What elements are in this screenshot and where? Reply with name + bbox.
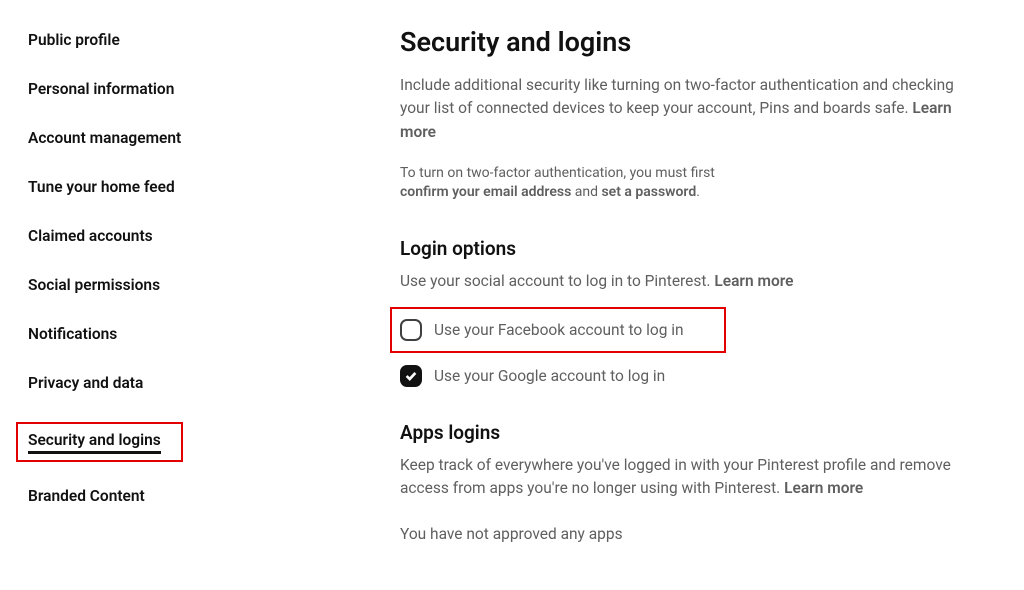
- login-options-desc-text: Use your social account to log in to Pin…: [400, 272, 714, 290]
- apps-logins-title: Apps logins: [400, 421, 964, 444]
- sidebar-item-claimed-accounts[interactable]: Claimed accounts: [28, 227, 153, 245]
- note-and: and: [571, 184, 601, 200]
- apps-logins-desc-text: Keep track of everywhere you've logged i…: [400, 456, 951, 497]
- facebook-login-checkbox[interactable]: [400, 319, 422, 341]
- sidebar-item-public-profile[interactable]: Public profile: [28, 31, 120, 49]
- note-suffix: .: [696, 184, 700, 200]
- confirm-email-link[interactable]: confirm your email address: [400, 184, 571, 200]
- note-prefix: To turn on two-factor authentication, yo…: [400, 165, 715, 181]
- login-options-desc: Use your social account to log in to Pin…: [400, 270, 964, 293]
- apps-logins-learn-more-link[interactable]: Learn more: [784, 479, 863, 497]
- sidebar-item-security-logins[interactable]: Security and logins: [28, 431, 161, 454]
- sidebar-item-branded-content[interactable]: Branded Content: [28, 487, 145, 505]
- set-password-link[interactable]: set a password: [601, 184, 696, 200]
- google-login-checkbox[interactable]: [400, 365, 422, 387]
- google-login-label: Use your Google account to log in: [434, 367, 665, 385]
- page-intro: Include additional security like turning…: [400, 74, 964, 144]
- sidebar-item-account-management[interactable]: Account management: [28, 129, 181, 147]
- annotation-highlight-sidebar: Security and logins: [16, 422, 183, 462]
- sidebar-item-notifications[interactable]: Notifications: [28, 325, 117, 343]
- apps-logins-desc: Keep track of everywhere you've logged i…: [400, 454, 964, 501]
- sidebar-item-social-permissions[interactable]: Social permissions: [28, 276, 160, 294]
- apps-logins-empty: You have not approved any apps: [400, 525, 964, 543]
- page-title: Security and logins: [400, 26, 964, 58]
- login-options-title: Login options: [400, 237, 964, 260]
- facebook-login-option: Use your Facebook account to log in: [400, 319, 684, 341]
- check-icon: [404, 369, 418, 383]
- main-content: Security and logins Include additional s…: [250, 0, 1024, 590]
- google-login-option: Use your Google account to log in: [400, 365, 964, 387]
- annotation-highlight-facebook: Use your Facebook account to log in: [390, 307, 726, 353]
- sidebar-item-privacy-data[interactable]: Privacy and data: [28, 374, 143, 392]
- two-factor-note: To turn on two-factor authentication, yo…: [400, 164, 964, 203]
- sidebar-item-tune-home-feed[interactable]: Tune your home feed: [28, 178, 175, 196]
- login-options-learn-more-link[interactable]: Learn more: [714, 272, 793, 290]
- facebook-login-label: Use your Facebook account to log in: [434, 321, 684, 339]
- page-intro-text: Include additional security like turning…: [400, 76, 954, 117]
- sidebar-item-personal-information[interactable]: Personal information: [28, 80, 174, 98]
- settings-sidebar: Public profile Personal information Acco…: [0, 0, 250, 590]
